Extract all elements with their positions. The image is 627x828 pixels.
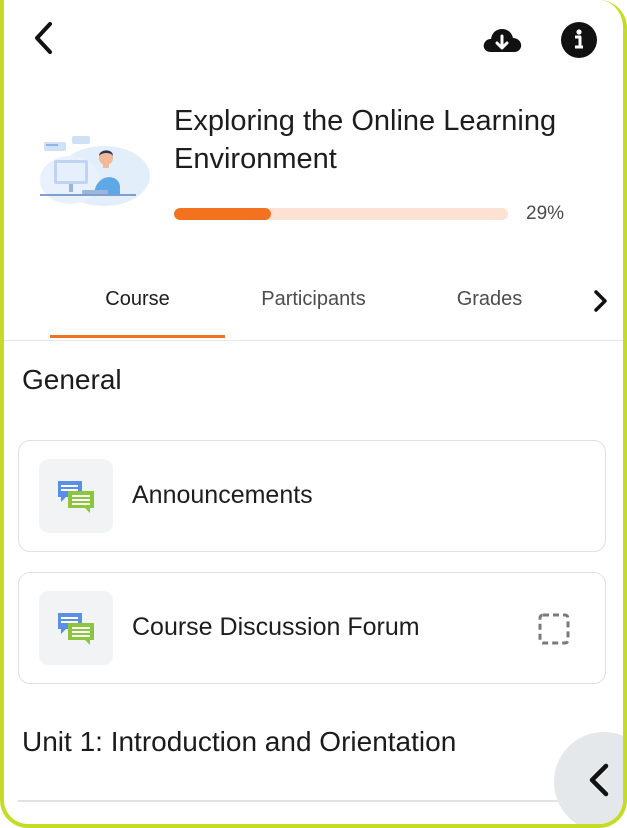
manual-completion-checkbox[interactable] (537, 612, 571, 646)
section-title: Unit 1: Introduction and Orientation (22, 726, 457, 757)
course-header: Exploring the Online Learning Environmen… (4, 90, 623, 240)
back-button[interactable] (28, 18, 62, 58)
course-title: Exploring the Online Learning Environmen… (174, 105, 557, 175)
section-title: General (22, 364, 122, 395)
dashed-square-icon (538, 613, 570, 645)
activity-icon-box (39, 459, 113, 533)
chevron-left-icon (35, 22, 52, 54)
tab-participants[interactable]: Participants (226, 270, 401, 338)
course-illustration-image (40, 136, 150, 206)
chevron-left-icon (589, 763, 609, 797)
forum-chat-icon (58, 481, 94, 513)
activity-card-course-discussion-forum[interactable]: Course Discussion Forum (18, 572, 606, 684)
top-bar (4, 0, 623, 80)
app-frame: Exploring the Online Learning Environmen… (0, 0, 627, 828)
tabs-scroll-next-button[interactable] (587, 286, 613, 316)
info-button[interactable] (559, 20, 599, 60)
activity-icon-box (39, 591, 113, 665)
activity-card-announcements[interactable]: Announcements (18, 440, 606, 552)
course-progress-label: 29% (526, 203, 565, 224)
chevron-right-icon (594, 290, 607, 312)
activity-label: Announcements (132, 481, 313, 509)
divider (18, 800, 578, 802)
course-tabs: Course Participants Grades (4, 270, 623, 341)
tab-course[interactable]: Course (50, 270, 225, 338)
download-button[interactable] (480, 20, 524, 60)
tab-grades[interactable]: Grades (402, 270, 577, 338)
activity-label: Course Discussion Forum (132, 613, 420, 641)
course-progress-fill (174, 208, 271, 220)
course-index-toggle-button[interactable] (554, 732, 623, 824)
cloud-download-icon (483, 29, 522, 52)
course-progress-bar (174, 208, 508, 220)
info-circle-icon (561, 22, 597, 58)
forum-chat-icon (58, 613, 94, 645)
